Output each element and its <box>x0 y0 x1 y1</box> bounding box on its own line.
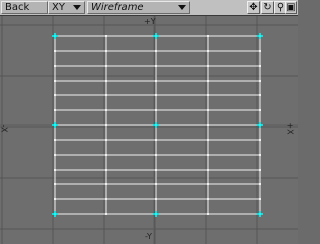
axis-label-right: +X <box>285 122 295 135</box>
mesh-vertex <box>105 124 107 126</box>
mesh-vertex <box>105 213 107 215</box>
viewport-canvas[interactable] <box>0 16 298 244</box>
chevron-down-icon <box>178 5 186 10</box>
mesh-vertex <box>105 65 107 67</box>
mesh-vertex <box>259 154 261 156</box>
mesh-vertex <box>105 35 107 37</box>
mesh-vertex <box>54 139 56 141</box>
mesh-vertex <box>155 154 157 156</box>
mesh-vertex <box>155 50 157 52</box>
mesh-vertex <box>207 139 209 141</box>
mesh-vertex <box>54 65 56 67</box>
mesh-vertex <box>105 139 107 141</box>
mesh-vertex <box>105 154 107 156</box>
viewport-toolbar: Back XY Wireframe ✥ ↻ ⚲ ▣ <box>0 0 298 16</box>
mesh-vertex <box>207 183 209 185</box>
mesh-vertex <box>207 80 209 82</box>
mesh-vertex <box>259 80 261 82</box>
mesh-vertex <box>207 65 209 67</box>
mesh-vertex <box>259 198 261 200</box>
mesh-vertex <box>105 50 107 52</box>
mesh-vertex <box>259 169 261 171</box>
mesh-vertex <box>155 169 157 171</box>
mesh-vertex <box>54 109 56 111</box>
mesh-vertex <box>155 109 157 111</box>
mesh-vertex <box>259 183 261 185</box>
mesh-vertex <box>105 94 107 96</box>
mesh-vertex <box>155 183 157 185</box>
axis-label-left: -X <box>0 124 9 133</box>
mesh-vertex <box>259 50 261 52</box>
mesh-vertex <box>105 80 107 82</box>
mesh-vertex <box>259 65 261 67</box>
mesh-vertex <box>207 94 209 96</box>
mesh-vertex <box>207 154 209 156</box>
mesh-vertex <box>207 50 209 52</box>
back-viewport[interactable]: +Y -Y -X +X <box>0 16 298 244</box>
view-select-label: Back <box>5 2 30 13</box>
mesh-vertex <box>207 35 209 37</box>
axis-select[interactable]: XY <box>48 1 85 14</box>
mesh-vertex <box>207 198 209 200</box>
axis-label-bottom: -Y <box>145 232 152 241</box>
mesh-vertex <box>207 109 209 111</box>
view-select[interactable]: Back <box>1 1 48 14</box>
mesh-vertex <box>105 169 107 171</box>
magnifier-icon: ⚲ <box>276 2 285 13</box>
axis-label-top: +Y <box>144 17 156 26</box>
shading-select-label: Wireframe <box>91 2 144 13</box>
mesh-vertex <box>54 169 56 171</box>
mesh-vertex <box>155 198 157 200</box>
shading-select[interactable]: Wireframe <box>87 1 190 14</box>
mesh-vertex <box>54 198 56 200</box>
maximize-icon: ▣ <box>286 2 296 13</box>
mesh-vertex <box>259 94 261 96</box>
mesh-vertex <box>207 124 209 126</box>
axis-select-label: XY <box>52 2 65 13</box>
rotate-icon: ↻ <box>263 2 272 13</box>
mesh-vertex <box>155 94 157 96</box>
mesh-vertex <box>105 183 107 185</box>
mesh-vertex <box>54 50 56 52</box>
chevron-down-icon <box>73 5 81 10</box>
maximize-view-button[interactable]: ▣ <box>285 1 297 14</box>
mesh-vertex <box>155 65 157 67</box>
mesh-vertex <box>54 94 56 96</box>
mesh-vertex <box>54 183 56 185</box>
mesh-vertex <box>155 139 157 141</box>
mesh-vertex <box>259 109 261 111</box>
mesh-vertex <box>259 139 261 141</box>
move-view-button[interactable]: ✥ <box>247 1 260 14</box>
mesh-vertex <box>54 80 56 82</box>
mesh-vertex <box>207 213 209 215</box>
mesh-vertex <box>105 109 107 111</box>
four-way-arrow-icon: ✥ <box>249 2 258 13</box>
mesh-vertex <box>155 80 157 82</box>
rotate-view-button[interactable]: ↻ <box>261 1 274 14</box>
mesh-vertex <box>105 198 107 200</box>
mesh-vertex <box>54 154 56 156</box>
mesh-vertex <box>207 169 209 171</box>
